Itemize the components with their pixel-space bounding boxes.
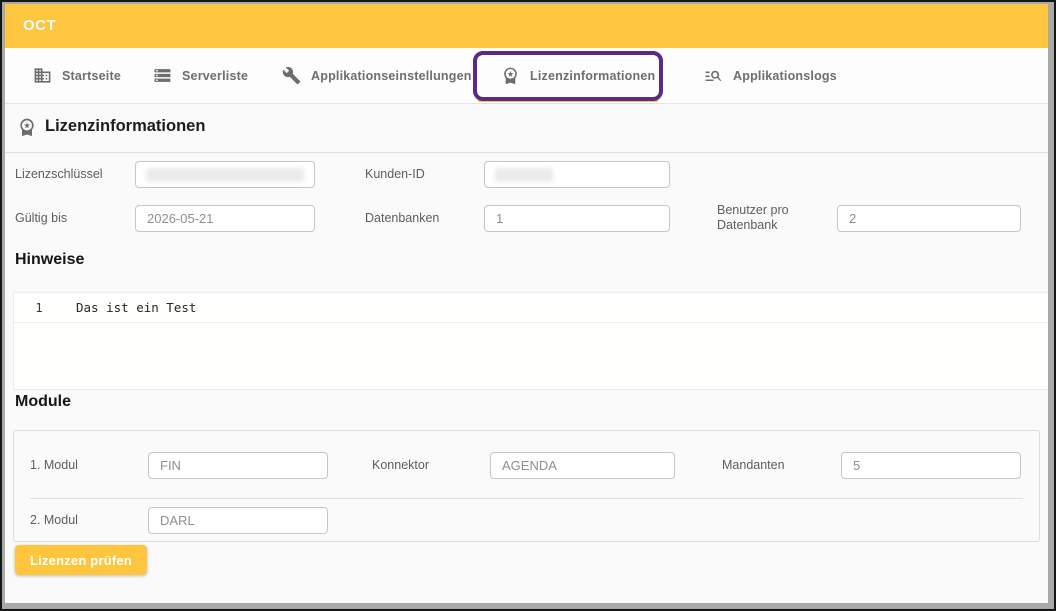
- hinweise-editor[interactable]: 1 Das ist ein Test: [13, 292, 1048, 390]
- license-page: Lizenzinformationen Lizenzschlüssel Kund…: [5, 104, 1048, 603]
- kunden-id-label: Kunden-ID: [365, 161, 425, 188]
- gueltig-bis-field[interactable]: [135, 205, 315, 232]
- konnektor-field[interactable]: [490, 452, 675, 479]
- ribbon-icon: [17, 117, 37, 137]
- check-licenses-button[interactable]: Lizenzen prüfen: [15, 545, 147, 575]
- log-search-icon: [704, 66, 723, 85]
- tab-applikationseinstellungen[interactable]: Applikationseinstellungen: [282, 48, 472, 103]
- editor-line-number: 1: [14, 299, 64, 317]
- editor-active-line-underline: [14, 322, 1048, 323]
- module-row-divider: [30, 498, 1023, 499]
- page-title: Lizenzinformationen: [45, 117, 205, 136]
- gueltig-bis-label: Gültig bis: [15, 205, 67, 232]
- module-box: 1. Modul Konnektor Mandanten 2. Modul: [13, 430, 1040, 542]
- lizenzschluessel-field[interactable]: [135, 161, 315, 188]
- redacted-value: [495, 168, 553, 182]
- building-icon: [33, 66, 52, 85]
- modul1-field[interactable]: [148, 452, 328, 479]
- kunden-id-field[interactable]: [484, 161, 670, 188]
- wrench-icon: [282, 66, 301, 85]
- datenbanken-label: Datenbanken: [365, 205, 439, 232]
- section-divider: [5, 152, 1048, 153]
- tab-applikationslogs[interactable]: Applikationslogs: [704, 48, 837, 103]
- server-list-icon: [153, 66, 172, 85]
- tab-lizenzinformationen[interactable]: Lizenzinformationen: [501, 48, 655, 103]
- modul1-label: 1. Modul: [30, 452, 78, 479]
- benutzer-pro-datenbank-label: Benutzer pro Datenbank: [717, 203, 802, 233]
- screenshot-frame: OCT Startseite Serverliste: [0, 0, 1056, 611]
- lizenzschluessel-label: Lizenzschlüssel: [15, 161, 103, 188]
- tab-serverliste[interactable]: Serverliste: [153, 48, 248, 103]
- datenbanken-field[interactable]: [484, 205, 670, 232]
- redacted-value: [146, 168, 304, 182]
- app-title: OCT: [23, 4, 56, 48]
- module-heading: Module: [15, 393, 71, 411]
- tab-startseite[interactable]: Startseite: [33, 48, 121, 103]
- tab-label: Lizenzinformationen: [530, 69, 655, 83]
- tab-label: Applikationslogs: [733, 69, 837, 83]
- tab-label: Serverliste: [182, 69, 248, 83]
- tab-bar: Startseite Serverliste Applikationseinst…: [5, 48, 1048, 104]
- app-header: OCT: [5, 4, 1048, 48]
- active-tab-underline: [478, 99, 658, 102]
- benutzer-pro-datenbank-field[interactable]: [837, 205, 1021, 232]
- window-bezel: OCT Startseite Serverliste: [2, 2, 1054, 609]
- mandanten-field[interactable]: [841, 452, 1021, 479]
- modul2-label: 2. Modul: [30, 507, 78, 534]
- tab-label: Applikationseinstellungen: [311, 69, 472, 83]
- app-window: OCT Startseite Serverliste: [5, 4, 1048, 603]
- konnektor-label: Konnektor: [372, 452, 429, 479]
- mandanten-label: Mandanten: [722, 452, 785, 479]
- ribbon-icon: [501, 66, 520, 85]
- tab-label: Startseite: [62, 69, 121, 83]
- modul2-field[interactable]: [148, 507, 328, 534]
- hinweise-heading: Hinweise: [15, 251, 84, 269]
- editor-line-text: Das ist ein Test: [76, 299, 196, 317]
